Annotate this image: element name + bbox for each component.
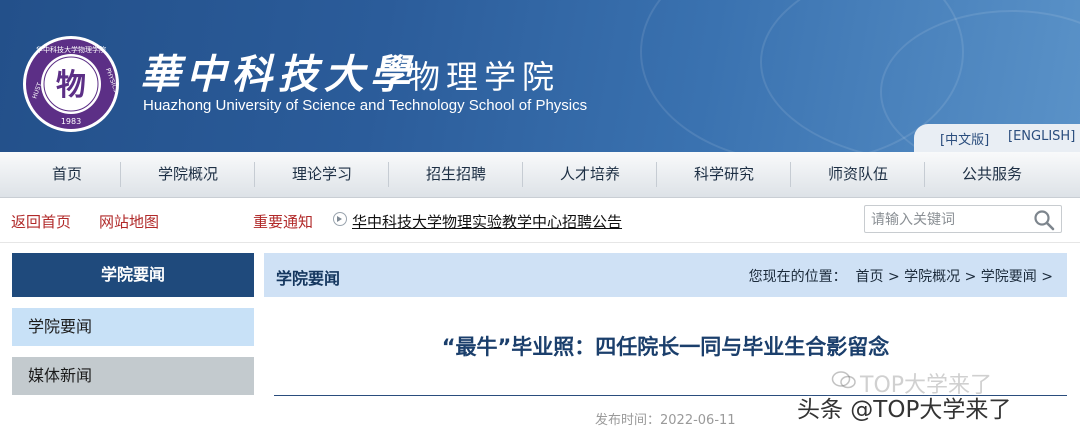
notice-arrow-icon (333, 212, 347, 226)
nav-item-services[interactable]: 公共服务 (925, 152, 1059, 197)
search-input[interactable] (869, 208, 1033, 232)
header-banner: 物 华中科技大学物理学院 1983 HUST PHYSICS 華中科技大學 物理… (0, 0, 1080, 152)
publish-date: 发布时间：2022-06-11 (595, 413, 736, 428)
lang-cn-link[interactable]: [中文版] (940, 129, 989, 148)
lang-en-link[interactable]: [ENGLISH] (1008, 129, 1075, 144)
nav-item-admission[interactable]: 招生招聘 (389, 152, 523, 197)
search-icon[interactable] (1033, 209, 1055, 235)
nav-item-home[interactable]: 首页 (0, 152, 134, 197)
sidebar-item-media-news[interactable]: 媒体新闻 (12, 357, 254, 395)
watermark-main: 头条 @TOP大学来了 (797, 397, 1012, 423)
logo-ring-text: 华中科技大学物理学院 (36, 45, 106, 54)
section-title: 学院要闻 (276, 269, 341, 288)
breadcrumb: 您现在的位置： 首页 > 学院概况 > 学院要闻 > (749, 266, 1053, 286)
home-link[interactable]: 返回首页 (11, 211, 71, 232)
logo-char: 物 (56, 68, 86, 103)
search-box (864, 205, 1062, 233)
main-nav: 首页 学院概况 理论学习 招生招聘 人才培养 科学研究 师资队伍 公共服务 (0, 152, 1080, 198)
nav-item-education[interactable]: 人才培养 (523, 152, 657, 197)
school-logo[interactable]: 物 华中科技大学物理学院 1983 HUST PHYSICS (23, 36, 119, 132)
notice-label: 重要通知 (253, 213, 314, 231)
article-title: “最牛”毕业照：四任院长一同与毕业生合影留念 (441, 335, 890, 359)
nav-item-theory[interactable]: 理论学习 (255, 152, 389, 197)
nav-item-overview[interactable]: 学院概况 (121, 152, 255, 197)
section-header: 学院要闻 您现在的位置： 首页 > 学院概况 > 学院要闻 > (264, 253, 1067, 297)
sitemap-link[interactable]: 网站地图 (99, 211, 159, 232)
breadcrumb-path[interactable]: 首页 > 学院概况 > 学院要闻 > (856, 269, 1053, 285)
nav-item-faculty[interactable]: 师资队伍 (791, 152, 925, 197)
school-name-cn: 物理学院 (408, 58, 561, 96)
logo-year: 1983 (61, 117, 81, 126)
sidebar-item-college-news[interactable]: 学院要闻 (12, 308, 254, 346)
language-switch: [中文版] [ENGLISH] (914, 124, 1080, 152)
university-name-en: Huazhong University of Science and Techn… (143, 97, 588, 114)
notice-link[interactable]: 华中科技大学物理实验教学中心招聘公告 (352, 211, 622, 232)
university-name-cn: 華中科技大學 (140, 51, 416, 98)
breadcrumb-label: 您现在的位置： (748, 269, 847, 285)
sidebar-title: 学院要闻 (12, 253, 254, 297)
nav-item-research[interactable]: 科学研究 (657, 152, 791, 197)
logo-ring-right: PHYSICS (104, 67, 116, 93)
